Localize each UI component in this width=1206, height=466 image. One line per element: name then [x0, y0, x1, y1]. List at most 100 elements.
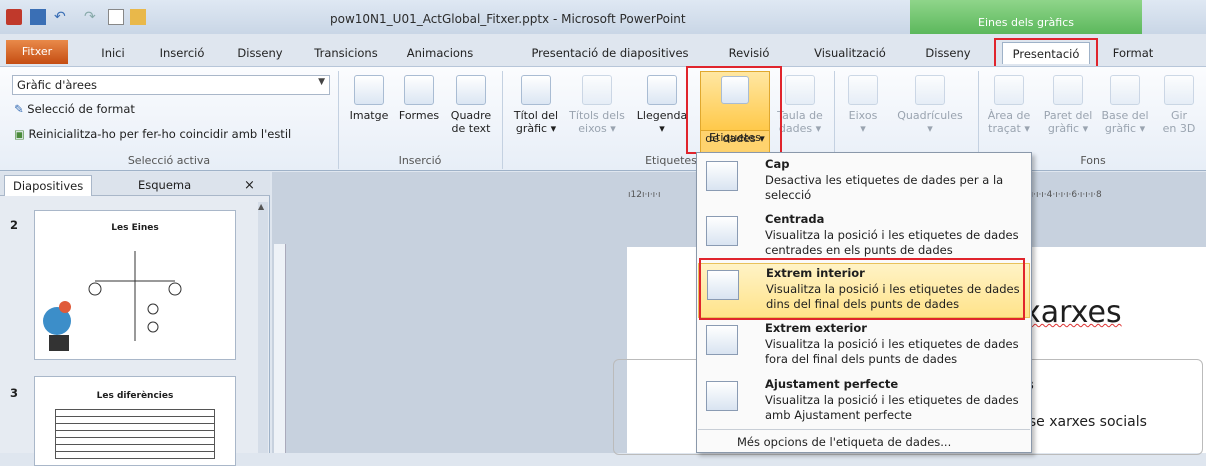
axis-titles-icon — [582, 75, 612, 105]
textbox-label-1: Quadre — [450, 109, 492, 122]
chart-wall-label-2: gràfic — [1047, 122, 1080, 135]
tab-esquema[interactable]: Esquema — [130, 175, 199, 196]
image-label: Imatge — [349, 109, 389, 122]
menu-item-desc: Visualitza la posició i les etiquetes de… — [765, 337, 1019, 366]
menu-divider — [698, 429, 1030, 430]
chart-tools-context: Eines dels gràfics — [910, 0, 1142, 34]
tab-transicions[interactable]: Transicions — [306, 42, 386, 64]
shapes-icon — [404, 75, 434, 105]
3d-rotation-button[interactable]: Gir en 3D — [1156, 75, 1202, 135]
menu-item-desc: Visualitza la posició i les etiquetes de… — [765, 393, 1019, 422]
chart-element-dropdown[interactable]: Gràfic d'àrees ▼ — [12, 75, 330, 95]
vertical-ruler — [274, 244, 286, 453]
chart-floor-button[interactable]: Base del gràfic ▾ — [1098, 75, 1152, 135]
slide-number-2: 2 — [10, 218, 19, 232]
chart-title-label-1: Títol del — [513, 109, 559, 122]
horizontal-ruler-right: 2·ı·ı·ı·4·ı·ı·ı·6·ı·ı·ı·8 — [1022, 190, 1102, 200]
plot-area-button[interactable]: Àrea de traçat ▾ — [982, 75, 1036, 135]
textbox-label-2: de text — [451, 122, 491, 135]
chart-wall-button[interactable]: Paret del gràfic ▾ — [1040, 75, 1096, 135]
menu-item-title: Cap — [765, 157, 790, 171]
tab-presentacio-diapositives[interactable]: Presentació de diapositives — [520, 42, 700, 64]
legend-icon — [647, 75, 677, 105]
slide2-diagram — [43, 251, 182, 351]
highlight-extrem-interior — [699, 258, 1025, 320]
tab-inici[interactable]: Inici — [93, 42, 133, 64]
data-table-label-2: dades — [778, 122, 813, 135]
new-doc-icon[interactable] — [108, 9, 124, 25]
menu-item-desc: Desactiva les etiquetes de dades per a l… — [765, 173, 1004, 202]
center-labels-icon — [706, 216, 738, 246]
close-pane-icon[interactable]: × — [236, 175, 263, 196]
insert-shapes-button[interactable]: Formes — [396, 75, 442, 122]
3d-rotation-label-2: en 3D — [1162, 122, 1196, 135]
menu-item-title: Extrem exterior — [765, 321, 867, 335]
chart-floor-label-1: Base del — [1101, 109, 1149, 122]
save-icon[interactable] — [30, 9, 46, 25]
tab-disseny[interactable]: Disseny — [232, 42, 288, 64]
tab-revisio[interactable]: Revisió — [724, 42, 774, 64]
menu-item-ajustament-perfecte[interactable]: Ajustament perfecte Visualitza la posici… — [698, 375, 1030, 430]
group-label-insercio: Inserció — [398, 154, 442, 167]
tab-chart-disseny[interactable]: Disseny — [922, 42, 974, 64]
redo-icon[interactable]: ↷ — [84, 9, 100, 25]
menu-item-extrem-exterior[interactable]: Extrem exterior Visualitza la posició i … — [698, 319, 1030, 374]
textbox-icon — [456, 75, 486, 105]
menu-more-options[interactable]: Més opcions de l'etiqueta de dades... — [737, 435, 951, 449]
chart-title-label-2: gràfic — [515, 122, 548, 135]
reset-style-label: Reinicialitza-ho per fer-ho coincidir am… — [28, 127, 292, 141]
pane-tabs: Diapositives Esquema × — [0, 172, 270, 196]
tab-visualitzacio[interactable]: Visualització — [810, 42, 890, 64]
axis-titles-label-1: Títols dels — [569, 109, 625, 122]
plot-area-label-1: Àrea de — [987, 109, 1031, 122]
menu-item-desc: Visualitza la posició i les etiquetes de… — [765, 228, 1019, 257]
plot-area-icon — [994, 75, 1024, 105]
tab-diapositives[interactable]: Diapositives — [4, 175, 93, 196]
insert-image-button[interactable]: Imatge — [344, 75, 394, 122]
format-selection-button[interactable]: ✎ Selecció de format — [14, 102, 135, 116]
data-table-label-1: Taula de — [777, 109, 823, 122]
menu-item-cap[interactable]: Cap Desactiva les etiquetes de dades per… — [698, 155, 1030, 210]
chart-element-value: Gràfic d'àrees — [17, 78, 98, 92]
open-folder-icon[interactable] — [130, 9, 146, 25]
outside-end-labels-icon — [706, 325, 738, 355]
image-icon — [354, 75, 384, 105]
tab-chart-format[interactable]: Format — [1108, 42, 1158, 64]
legend-button[interactable]: Llegenda ▾ — [630, 75, 694, 135]
slide-body-fragment: nse xarxes socials — [1020, 414, 1147, 430]
format-selection-icon: ✎ — [14, 102, 24, 116]
scroll-up-icon[interactable]: ▲ — [258, 202, 264, 211]
menu-item-centrada[interactable]: Centrada Visualitza la posició i les eti… — [698, 210, 1030, 265]
chart-floor-label-2: gràfic — [1104, 122, 1137, 135]
axes-button[interactable]: Eixos ▾ — [840, 75, 886, 135]
axes-label: Eixos — [848, 109, 878, 122]
legend-label: Llegenda — [636, 109, 688, 122]
pane-scrollbar[interactable]: ▲ — [258, 202, 268, 453]
reset-style-icon: ▣ — [14, 127, 25, 141]
tab-insercio[interactable]: Inserció — [152, 42, 212, 64]
data-table-icon — [785, 75, 815, 105]
slide3-table — [55, 409, 215, 459]
tab-fitxer[interactable]: Fitxer — [6, 40, 68, 64]
axis-titles-button[interactable]: Títols dels eixos ▾ — [566, 75, 628, 135]
slide-thumbnail-2[interactable]: Les Eines — [34, 210, 236, 360]
highlight-data-labels — [686, 66, 782, 154]
insert-textbox-button[interactable]: Quadre de text — [446, 75, 496, 135]
chart-floor-icon — [1110, 75, 1140, 105]
powerpoint-logo-icon — [6, 9, 22, 25]
title-bar: ↶ ↷ pow10N1_U01_ActGlobal_Fitxer.pptx - … — [0, 0, 1206, 34]
chart-wall-label-1: Paret del — [1043, 109, 1093, 122]
menu-item-title: Ajustament perfecte — [765, 377, 899, 391]
no-labels-icon — [706, 161, 738, 191]
tab-animacions[interactable]: Animacions — [400, 42, 480, 64]
undo-icon[interactable]: ↶ — [54, 9, 70, 25]
horizontal-ruler: ı12ı·ı·ı·ı — [628, 190, 661, 200]
chart-title-icon — [521, 75, 551, 105]
gridlines-label: Quadrícules — [897, 109, 963, 122]
slide-number-3: 3 — [10, 386, 19, 400]
chart-title-button[interactable]: Títol del gràfic ▾ — [508, 75, 564, 135]
reset-style-button[interactable]: ▣ Reinicialitza-ho per fer-ho coincidir … — [14, 127, 291, 141]
gridlines-button[interactable]: Quadrícules ▾ — [890, 75, 970, 135]
plot-area-label-2: traçat — [988, 122, 1021, 135]
axis-titles-label-2: eixos — [578, 122, 607, 135]
